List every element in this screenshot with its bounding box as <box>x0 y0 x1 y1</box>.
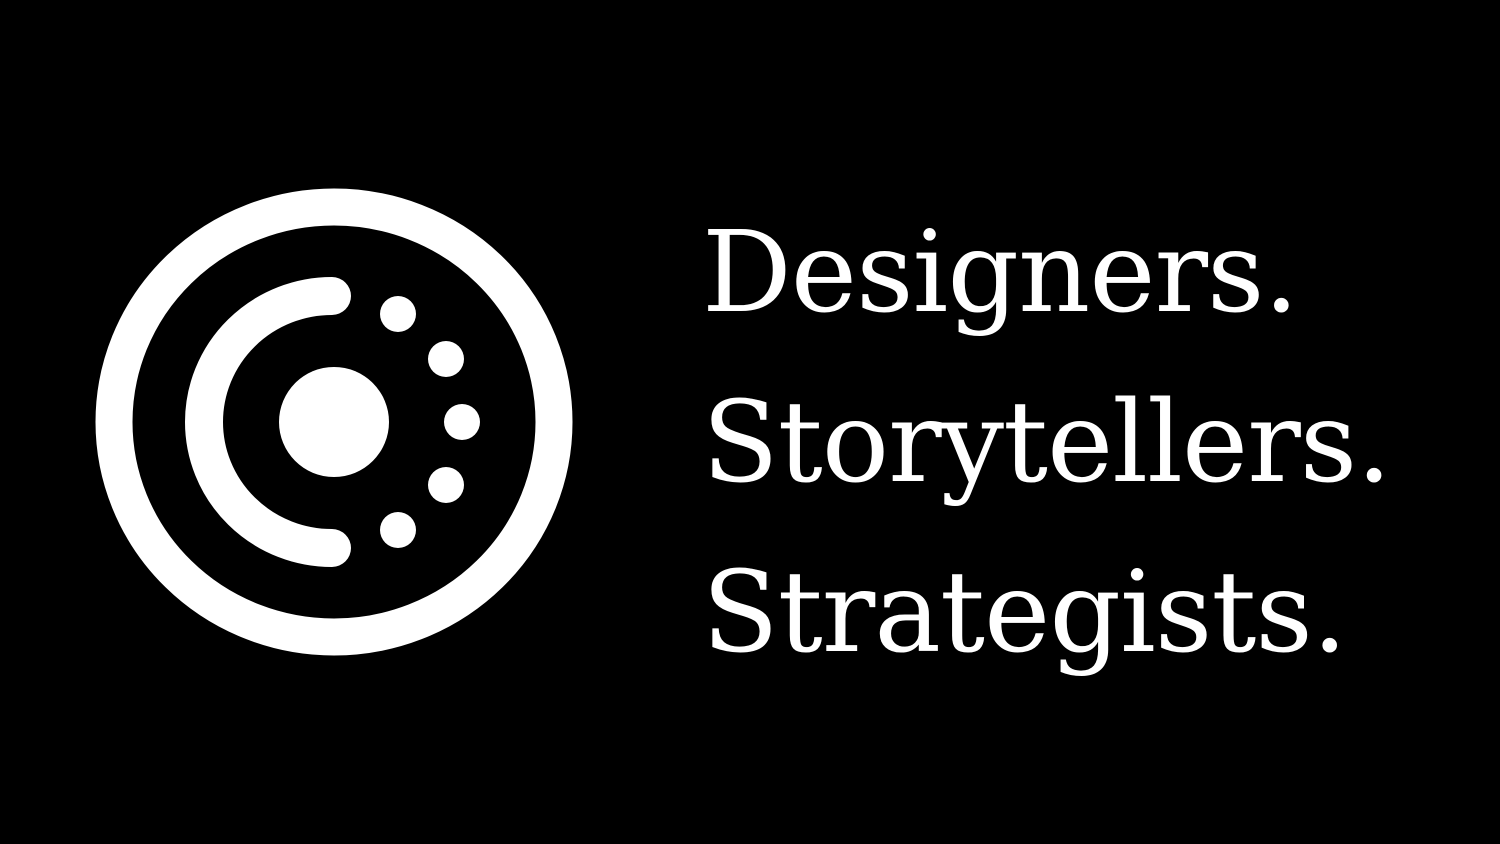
tagline: Designers. Storytellers. Strategists. <box>702 188 1462 698</box>
tagline-line-designers: Designers. <box>702 208 1299 338</box>
ring-arc-dots-logo-icon <box>95 188 573 656</box>
tagline-line-storytellers: Storytellers. <box>702 378 1392 508</box>
tagline-line-strategists: Strategists. <box>702 548 1347 678</box>
hero-banner: Designers. Storytellers. Strategists. <box>0 0 1500 844</box>
